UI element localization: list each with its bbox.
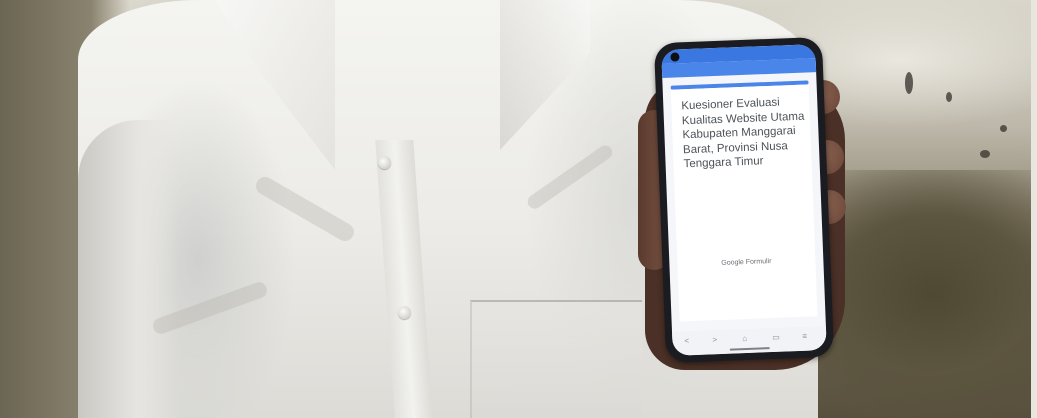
shirt-pocket — [470, 300, 642, 418]
forward-icon[interactable]: > — [712, 335, 717, 345]
back-icon[interactable]: < — [684, 336, 689, 346]
wall-spot — [1000, 125, 1007, 132]
browser-nav-bar: < > ⌂ ▭ ≡ — [672, 325, 827, 356]
shirt-sleeve-left — [78, 120, 178, 418]
form-card: Kuesioner Evaluasi Kualitas Website Utam… — [670, 84, 818, 322]
wall-spot — [946, 92, 952, 102]
photo-scene: Kuesioner Evaluasi Kualitas Website Utam… — [0, 0, 1037, 418]
form-note — [686, 235, 808, 240]
google-forms-footer: Google Formulir — [721, 257, 772, 267]
wall-spot — [905, 72, 913, 94]
form-link[interactable] — [686, 219, 806, 224]
shirt-button — [398, 306, 411, 319]
wall-spot — [980, 150, 990, 158]
home-icon[interactable]: ⌂ — [742, 334, 747, 344]
menu-icon[interactable]: ≡ — [802, 332, 807, 342]
camera-hole — [670, 52, 680, 62]
tabs-icon[interactable]: ▭ — [772, 333, 780, 343]
shirt-button — [378, 156, 391, 169]
phone-screen: Kuesioner Evaluasi Kualitas Website Utam… — [661, 44, 827, 356]
form-title: Kuesioner Evaluasi Kualitas Website Utam… — [681, 96, 805, 171]
form-description — [685, 193, 805, 198]
photo-border — [1031, 0, 1037, 418]
smartphone: Kuesioner Evaluasi Kualitas Website Utam… — [653, 36, 835, 364]
home-gesture-bar[interactable] — [729, 347, 770, 351]
